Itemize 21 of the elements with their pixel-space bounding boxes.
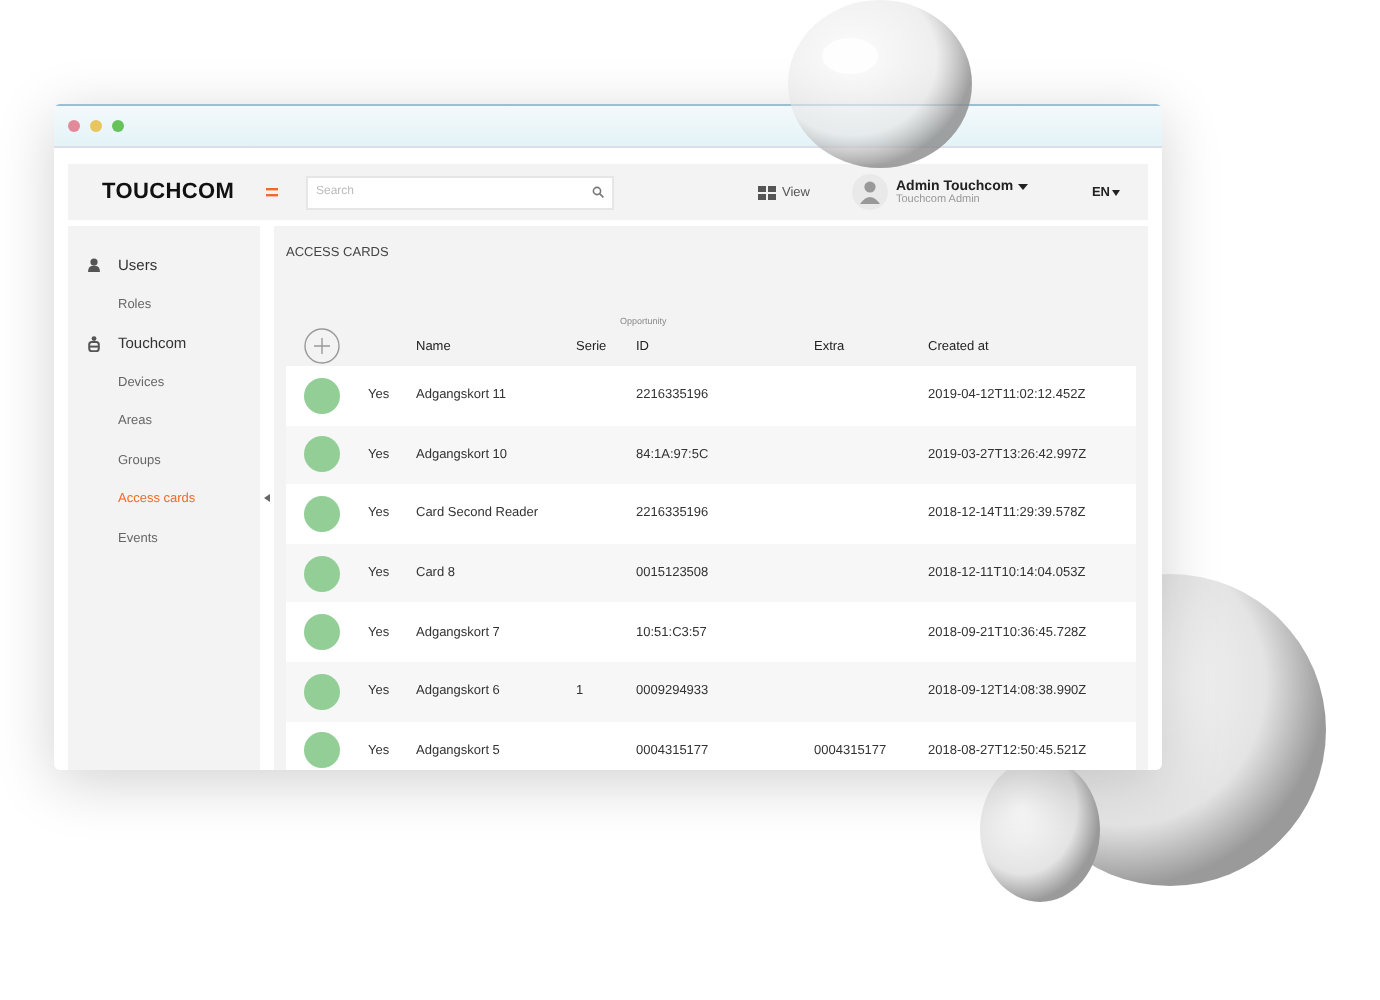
caret-icon <box>1112 189 1120 195</box>
search-icon[interactable] <box>592 186 604 198</box>
zoom-icon[interactable] <box>112 120 124 132</box>
minimize-icon[interactable] <box>90 120 102 132</box>
close-icon[interactable] <box>68 120 80 132</box>
status-dot <box>304 436 340 473</box>
status-dot <box>304 614 340 651</box>
logo[interactable]: TOUCHCOM <box>102 180 266 204</box>
user-icon <box>88 258 100 273</box>
status-dot <box>304 732 340 769</box>
collapse-icon[interactable] <box>264 494 270 502</box>
avatar-icon[interactable] <box>851 174 888 210</box>
grid-icon <box>758 185 776 199</box>
caret-icon <box>1017 183 1028 189</box>
status-dot <box>304 495 340 532</box>
add-icon[interactable] <box>304 328 340 364</box>
status-dot <box>304 673 340 710</box>
menu-icon[interactable] <box>266 187 278 197</box>
status-dot <box>304 555 340 592</box>
device-icon <box>88 335 100 352</box>
status-dot <box>304 377 340 414</box>
